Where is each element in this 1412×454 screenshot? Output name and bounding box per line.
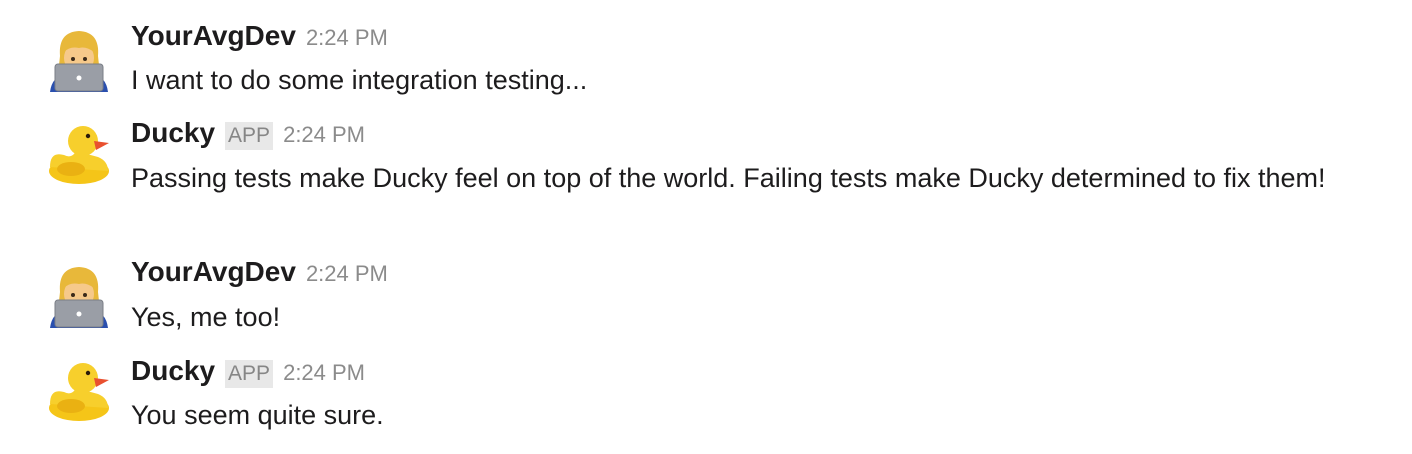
app-badge: APP [225, 360, 274, 388]
message-text: I want to do some integration testing... [131, 65, 588, 95]
app-badge: APP [225, 122, 274, 150]
rubber-duck-icon [49, 126, 109, 184]
author-name[interactable]: Ducky [131, 117, 215, 149]
author-name[interactable]: YourAvgDev [131, 20, 296, 52]
message-timestamp[interactable]: 2:24 PM [283, 360, 365, 386]
author-name[interactable]: YourAvgDev [131, 256, 296, 288]
message-text: Passing tests make Ducky feel on top of … [131, 163, 1326, 193]
avatar[interactable] [46, 26, 112, 92]
avatar[interactable] [46, 358, 112, 424]
rubber-duck-icon [49, 363, 109, 421]
woman-technologist-icon [50, 31, 108, 92]
avatar[interactable] [46, 262, 112, 328]
message-text: You seem quite sure. [131, 400, 384, 430]
message-text: Yes, me too! [131, 302, 281, 332]
message-timestamp[interactable]: 2:24 PM [306, 261, 388, 287]
message-timestamp[interactable]: 2:24 PM [306, 25, 388, 51]
woman-technologist-icon [50, 267, 108, 328]
author-name[interactable]: Ducky [131, 355, 215, 387]
avatar[interactable] [46, 121, 112, 187]
message-timestamp[interactable]: 2:24 PM [283, 122, 365, 148]
